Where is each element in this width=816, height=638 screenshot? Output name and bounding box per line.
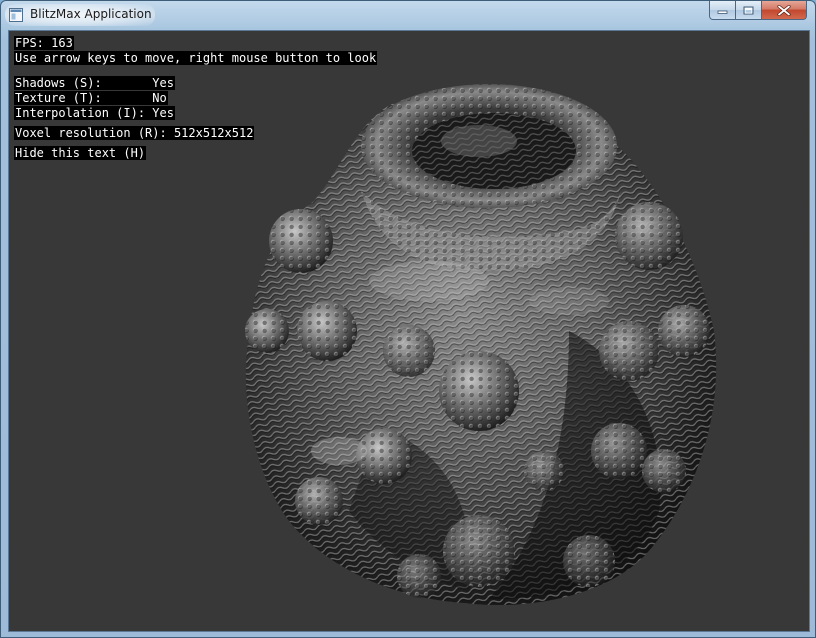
voxel-fractal-render xyxy=(245,84,717,606)
window-title: BlitzMax Application xyxy=(30,7,152,21)
title-bar[interactable]: BlitzMax Application xyxy=(1,1,815,31)
interpolation-setting: Interpolation (I): Yes xyxy=(14,106,175,120)
application-window: BlitzMax Application FPS: 163 Use arrow … xyxy=(0,0,816,638)
fps-counter: FPS: 163 xyxy=(14,36,74,50)
controls-instructions: Use arrow keys to move, right mouse butt… xyxy=(14,51,378,65)
close-icon xyxy=(777,4,791,16)
texture-setting: Texture (T): No xyxy=(14,91,168,105)
voxel-resolution-setting: Voxel resolution (R): 512x512x512 xyxy=(14,126,255,140)
shadows-setting: Shadows (S): Yes xyxy=(14,76,175,90)
hide-text-hint: Hide this text (H) xyxy=(14,146,147,160)
minimize-button[interactable] xyxy=(709,1,736,20)
maximize-icon xyxy=(743,6,754,14)
close-button[interactable] xyxy=(762,1,807,20)
minimize-icon xyxy=(717,10,728,14)
maximize-button[interactable] xyxy=(736,1,762,20)
app-window-icon[interactable] xyxy=(9,8,23,22)
window-controls xyxy=(709,1,807,21)
render-viewport[interactable]: FPS: 163 Use arrow keys to move, right m… xyxy=(8,30,810,632)
